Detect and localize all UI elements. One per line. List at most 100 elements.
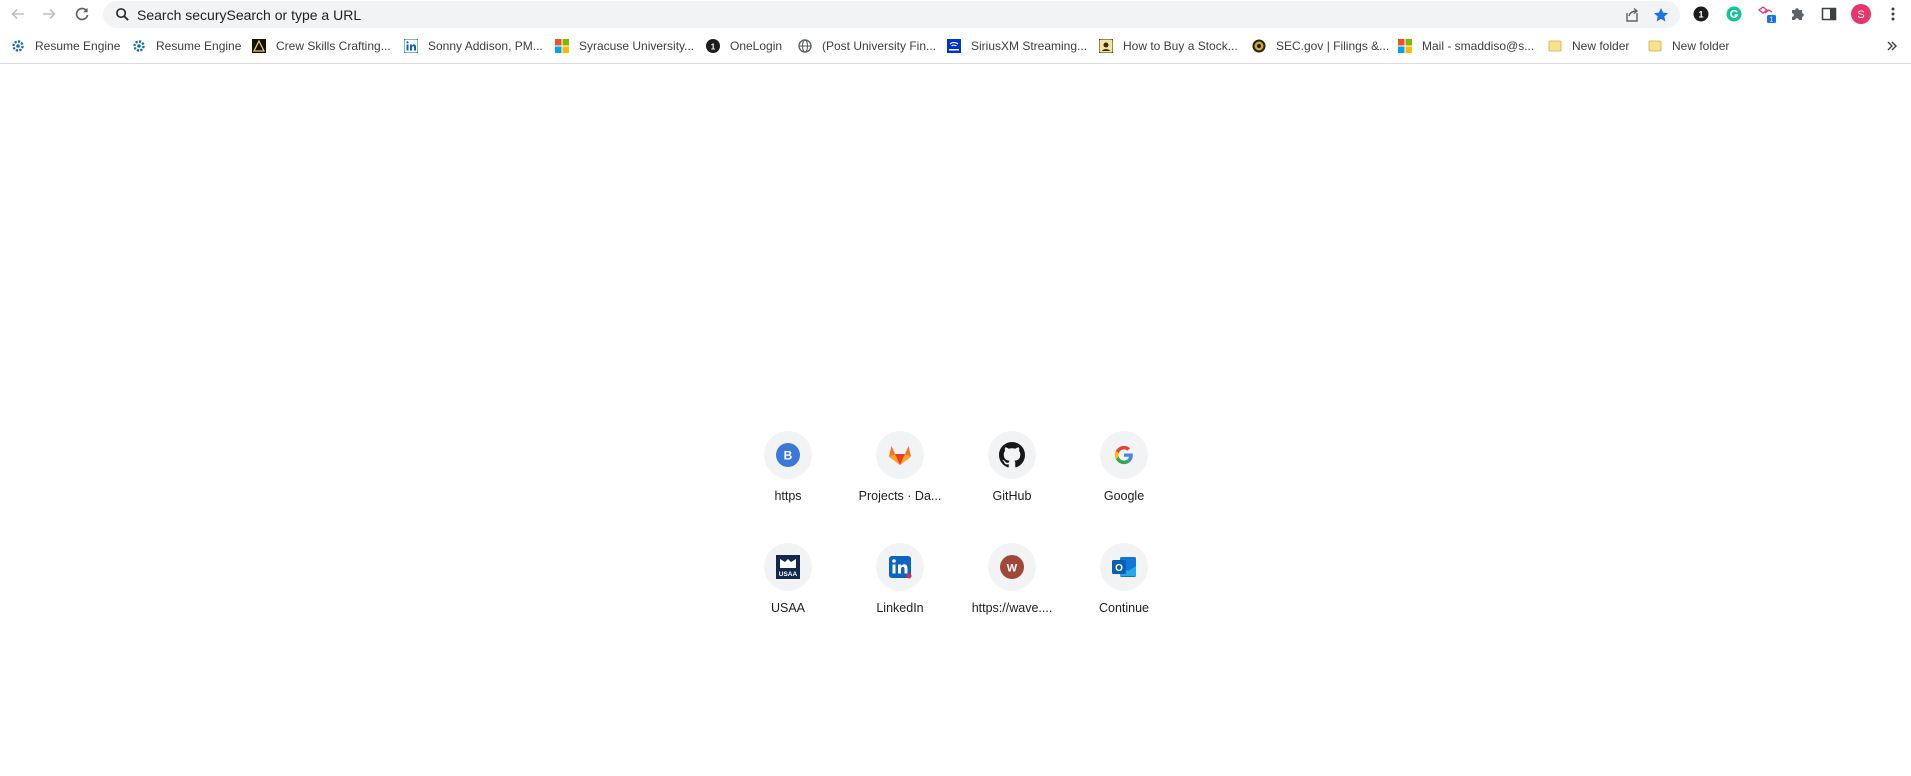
svg-text:USAA: USAA [779, 571, 798, 578]
stock-icon [1099, 39, 1113, 53]
shortcut-tile[interactable]: Projects · Da... [844, 431, 956, 543]
linkedin-icon [889, 556, 912, 579]
shortcut-label: USAA [770, 601, 806, 615]
svg-text:1: 1 [711, 42, 716, 51]
share-button[interactable] [1623, 6, 1641, 24]
back-button[interactable] [6, 2, 30, 26]
side-panel-icon [1821, 7, 1837, 21]
bookmark-label: SiriusXM Streaming... [971, 39, 1088, 53]
microsoft-icon [555, 39, 569, 53]
bookmark-label: New folder [1672, 39, 1730, 53]
bookmark-item[interactable]: New folder [1648, 37, 1729, 55]
sec-seal-icon [1252, 39, 1266, 53]
google-icon [1114, 445, 1133, 465]
bookmark-item[interactable]: Sonny Addison, PM... [404, 37, 543, 55]
gear-icon [11, 39, 25, 53]
w-letter-icon: W [1000, 555, 1024, 579]
bookmark-item[interactable]: Mail - smaddiso@s... [1398, 37, 1534, 55]
reload-icon [75, 7, 89, 21]
bookmark-label: Sonny Addison, PM... [428, 39, 543, 53]
reload-button[interactable] [70, 2, 94, 26]
toolbar-divider [0, 63, 1911, 64]
svg-text:1: 1 [1698, 10, 1703, 20]
bookmarks-bar: Resume Engine Resume Engine Crew Skills … [0, 33, 1911, 59]
profile-button[interactable]: S [1851, 4, 1871, 24]
gear-icon [132, 39, 146, 53]
shortcut-tile[interactable]: O Continue [1068, 543, 1180, 655]
bookmark-item[interactable]: Crew Skills Crafting... [252, 37, 391, 55]
shortcut-icon-container: B [764, 431, 812, 479]
search-icon [116, 8, 129, 21]
shortcut-tile[interactable]: GitHub [956, 431, 1068, 543]
siriusxm-icon [947, 39, 961, 53]
arrow-right-icon [43, 8, 56, 20]
shortcut-tile[interactable]: LinkedIn [844, 543, 956, 655]
bookmark-item[interactable]: New folder [1548, 37, 1629, 55]
globe-icon [798, 39, 812, 53]
star-icon [1653, 8, 1669, 22]
shortcut-tile[interactable]: USAA USAA [732, 543, 844, 655]
shortcut-icon-container [988, 431, 1036, 479]
github-icon [999, 442, 1025, 468]
pocket-extension[interactable]: 1 [1757, 4, 1777, 24]
bookmark-label: (Post University Fin... [822, 39, 937, 53]
shortcut-label: https://wave.... [971, 601, 1053, 615]
bookmark-item[interactable]: SEC.gov | Filings &... [1252, 37, 1389, 55]
onelogin-extension[interactable]: 1 [1691, 4, 1711, 24]
folder-icon [1648, 39, 1662, 53]
more-vert-icon [1891, 7, 1895, 21]
shortcut-label: https [774, 489, 802, 503]
arrow-left-icon [11, 8, 24, 20]
shortcut-tile[interactable]: Google [1068, 431, 1180, 543]
onelogin-icon: 1 [1693, 6, 1709, 22]
shortcut-icon-container [876, 431, 924, 479]
shortcut-label: Projects · Da... [858, 489, 942, 503]
bookmark-label: How to Buy a Stock... [1123, 39, 1238, 53]
shortcut-icon-container [876, 543, 924, 591]
svg-text:W: W [1007, 563, 1018, 575]
shortcut-label: Google [1103, 489, 1145, 503]
shortcut-icon-container: USAA [764, 543, 812, 591]
bookmarks-overflow-button[interactable] [1886, 37, 1898, 55]
bookmark-label: OneLogin [730, 39, 783, 53]
bookmark-label: Mail - smaddiso@s... [1422, 39, 1535, 53]
svg-text:1: 1 [1770, 17, 1774, 24]
microsoft-icon [1398, 39, 1412, 53]
bookmark-item[interactable]: Resume Engine [11, 37, 120, 55]
bookmark-item[interactable]: SiriusXM Streaming... [947, 37, 1087, 55]
folder-icon [1548, 39, 1562, 53]
shortcut-label: LinkedIn [876, 601, 924, 615]
grammarly-extension[interactable] [1724, 4, 1744, 24]
bookmark-label: Crew Skills Crafting... [276, 39, 391, 53]
side-panel-button[interactable] [1819, 4, 1839, 24]
shortcut-icon-container [1100, 431, 1148, 479]
b-letter-icon: B [776, 443, 800, 467]
bookmark-label: Syracuse University... [579, 39, 695, 53]
bookmark-item[interactable]: (Post University Fin... [798, 37, 936, 55]
shortcut-icon-container: O [1100, 543, 1148, 591]
bookmark-item[interactable]: Resume Engine [132, 37, 241, 55]
outlook-icon: O [1112, 557, 1136, 577]
shortcut-tile[interactable]: B https [732, 431, 844, 543]
linkedin-icon [404, 39, 418, 53]
bookmark-label: Resume Engine [156, 39, 242, 53]
shortcut-label: Continue [1098, 601, 1150, 615]
chrome-menu-button[interactable] [1883, 4, 1903, 24]
bookmark-label: Resume Engine [35, 39, 121, 53]
extensions-button[interactable] [1787, 4, 1807, 24]
shortcut-icon-container: W [988, 543, 1036, 591]
extension-badge-icon: 1 [1757, 6, 1776, 24]
onelogin-icon: 1 [706, 39, 720, 53]
shortcut-tile[interactable]: W https://wave.... [956, 543, 1068, 655]
address-input[interactable] [137, 1, 1617, 28]
bookmark-item[interactable]: How to Buy a Stock... [1099, 37, 1238, 55]
address-bar[interactable] [103, 1, 1680, 28]
bookmark-item[interactable]: 1 OneLogin [706, 37, 782, 55]
bookmark-item[interactable]: Syracuse University... [555, 37, 694, 55]
svg-text:O: O [1115, 563, 1123, 574]
bookmark-star-button[interactable] [1652, 6, 1670, 24]
bookmark-label: SEC.gov | Filings &... [1276, 39, 1390, 53]
svg-text:S: S [1857, 9, 1864, 21]
forward-button[interactable] [37, 2, 61, 26]
bookmark-label: New folder [1572, 39, 1630, 53]
